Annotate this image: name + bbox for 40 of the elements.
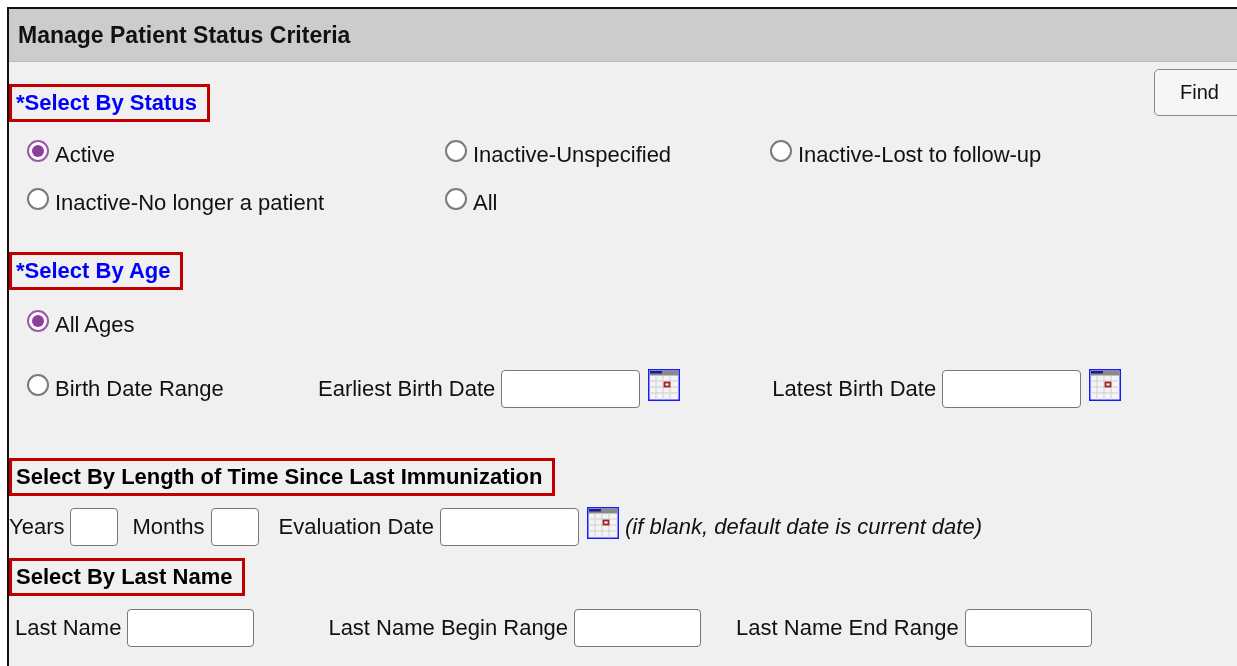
field-label: Evaluation Date bbox=[278, 514, 434, 540]
input-field[interactable] bbox=[127, 609, 255, 647]
radio-button[interactable] bbox=[445, 140, 467, 162]
radio-label: All Ages bbox=[55, 312, 135, 338]
hint-text: (if blank, default date is current date) bbox=[624, 514, 983, 540]
section-heading: *Select By Status bbox=[9, 84, 210, 122]
field-label: Last Name bbox=[15, 615, 122, 641]
input-field[interactable] bbox=[501, 370, 641, 408]
radio-label: Inactive-Lost to follow-up bbox=[798, 142, 1042, 168]
input-field[interactable] bbox=[942, 370, 1082, 408]
radio-button[interactable] bbox=[445, 188, 467, 210]
input-field[interactable] bbox=[964, 609, 1092, 647]
input-field[interactable] bbox=[210, 508, 259, 546]
radio-label: Birth Date Range bbox=[55, 376, 224, 402]
section-heading: Select By Last Name bbox=[9, 558, 246, 596]
field-label: Months bbox=[132, 514, 205, 540]
radio-button[interactable] bbox=[27, 374, 49, 396]
find-button[interactable]: Find bbox=[1154, 69, 1237, 116]
radio-label: Active bbox=[55, 142, 115, 168]
field-label: Last Name End Range bbox=[736, 615, 959, 641]
radio-button[interactable] bbox=[770, 140, 792, 162]
field-label: Earliest Birth Date bbox=[318, 376, 496, 402]
field-label: Latest Birth Date bbox=[772, 376, 937, 402]
radio-label: Inactive-No longer a patient bbox=[55, 190, 325, 216]
radio-label: Inactive-Unspecified bbox=[473, 142, 672, 168]
calendar-icon[interactable] bbox=[1089, 369, 1122, 401]
calendar-icon[interactable] bbox=[586, 507, 619, 539]
radio-button[interactable] bbox=[27, 140, 49, 162]
calendar-icon[interactable] bbox=[648, 369, 681, 401]
input-field[interactable] bbox=[574, 609, 702, 647]
field-label: Years bbox=[9, 514, 65, 540]
section-heading: *Select By Age bbox=[9, 252, 184, 290]
field-label: Last Name Begin Range bbox=[328, 615, 569, 641]
input-field[interactable] bbox=[70, 508, 119, 546]
radio-button[interactable] bbox=[27, 310, 49, 332]
panel-title: Manage Patient Status Criteria bbox=[9, 9, 1237, 62]
radio-button[interactable] bbox=[27, 188, 49, 210]
radio-label: All bbox=[473, 190, 498, 216]
input-field[interactable] bbox=[439, 508, 579, 546]
section-heading: Select By Length of Time Since Last Immunization bbox=[9, 458, 556, 496]
